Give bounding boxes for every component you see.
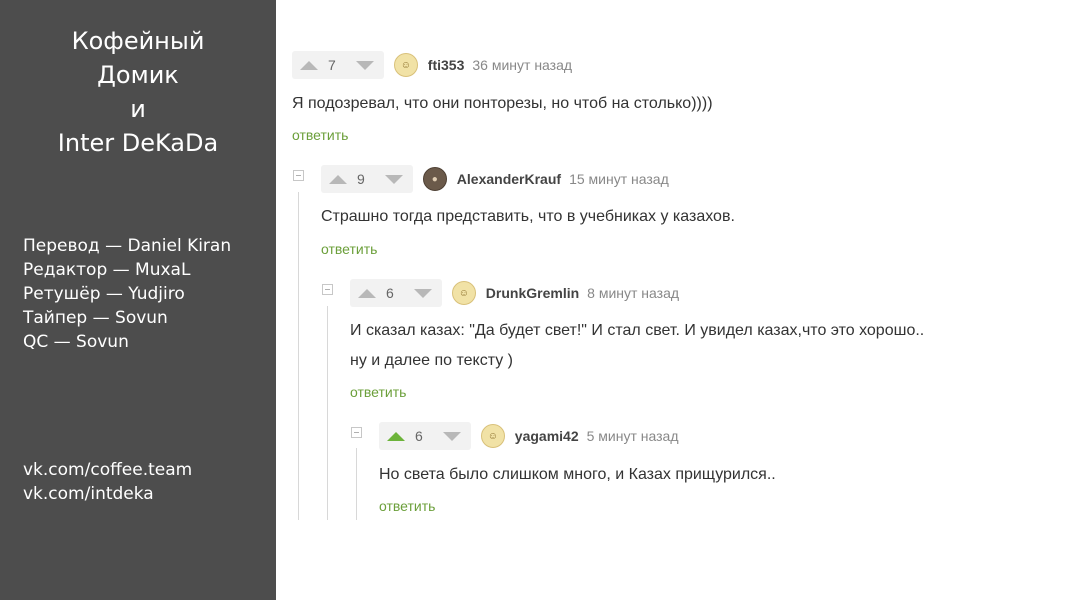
thread-line — [327, 306, 328, 520]
username[interactable]: fti353 — [428, 57, 465, 73]
reply-link[interactable]: ответить — [321, 241, 377, 257]
rating-count: 7 — [328, 57, 336, 73]
upvote-icon[interactable] — [329, 174, 347, 184]
credits-list: Перевод — Daniel Kiran Редактор — MuxaL … — [23, 234, 231, 354]
team-links: vk.com/coffee.team vk.com/intdeka — [23, 458, 192, 506]
username[interactable]: yagami42 — [515, 428, 579, 444]
rating-count: 6 — [386, 285, 394, 301]
downvote-icon[interactable] — [413, 288, 432, 298]
credits-panel: Кофейный Домик и Inter DeKaDa Перевод — … — [0, 0, 276, 600]
credit-retoucher: Ретушёр — Yudjiro — [23, 284, 185, 304]
timestamp: 5 минут назад — [586, 428, 679, 444]
team-title: Кофейный Домик и Inter DeKaDa — [0, 24, 276, 160]
reply-link[interactable]: ответить — [350, 384, 406, 400]
link-intdeka: vk.com/intdeka — [23, 484, 154, 504]
avatar[interactable]: ☺ — [451, 281, 476, 305]
upvote-icon[interactable] — [387, 431, 405, 441]
username[interactable]: AlexanderKrauf — [457, 171, 561, 187]
link-coffee-team: vk.com/coffee.team — [23, 460, 193, 480]
timestamp: 8 минут назад — [587, 285, 680, 301]
thread-line — [298, 192, 299, 520]
credit-qc: QC — Sovun — [23, 332, 129, 352]
comment-text: Но света было слишком много, и Казах при… — [379, 466, 776, 483]
avatar[interactable]: ☺ — [393, 53, 418, 77]
reply-link[interactable]: ответить — [292, 127, 348, 143]
reply-link[interactable]: ответить — [379, 498, 435, 514]
downvote-icon[interactable] — [355, 60, 374, 70]
thread-line — [356, 448, 357, 520]
downvote-icon[interactable] — [442, 431, 461, 441]
collapse-toggle[interactable] — [322, 284, 333, 295]
timestamp: 15 минут назад — [569, 171, 669, 187]
username[interactable]: DrunkGremlin — [486, 285, 579, 301]
title-line: и — [130, 95, 146, 123]
title-line: Inter DeKaDa — [57, 129, 219, 157]
avatar[interactable]: ☺ — [480, 424, 505, 448]
comment-text: И сказал казах: "Да будет свет!" И стал … — [350, 322, 925, 339]
timestamp: 36 минут назад — [472, 57, 573, 73]
comment: 7 ☺ fti353 36 минут назад Я подозревал, … — [292, 51, 1032, 151]
comment: 6 ☺ yagami42 5 минут назад Но света было… — [379, 422, 1059, 522]
vote-box: 6 — [350, 279, 442, 307]
comment-header: 7 ☺ fti353 36 минут назад — [292, 51, 572, 79]
comment-text: ну и далее по тексту ) — [350, 352, 513, 369]
title-line: Кофейный — [71, 27, 205, 55]
comments-area: 7 ☺ fti353 36 минут назад Я подозревал, … — [276, 0, 1067, 600]
avatar[interactable]: ● — [422, 167, 447, 191]
comment: 9 ● AlexanderKrauf 15 минут назад Страшн… — [321, 165, 1041, 265]
rating-count: 6 — [415, 428, 423, 444]
credit-typesetter: Тайпер — Sovun — [23, 308, 168, 328]
vote-box: 9 — [321, 165, 413, 193]
comment-text: Страшно тогда представить, что в учебник… — [321, 208, 735, 225]
rating-count: 9 — [357, 171, 365, 187]
comment: 6 ☺ DrunkGremlin 8 минут назад И сказал … — [350, 279, 1050, 409]
comment-header: 6 ☺ yagami42 5 минут назад — [379, 422, 679, 450]
comment-header: 9 ● AlexanderKrauf 15 минут назад — [321, 165, 669, 193]
vote-box: 7 — [292, 51, 384, 79]
vote-box: 6 — [379, 422, 471, 450]
downvote-icon[interactable] — [384, 174, 403, 184]
credit-translator: Перевод — Daniel Kiran — [23, 236, 232, 256]
title-line: Домик — [97, 61, 179, 89]
upvote-icon[interactable] — [300, 60, 318, 70]
collapse-toggle[interactable] — [351, 427, 362, 438]
collapse-toggle[interactable] — [293, 170, 304, 181]
credit-editor: Редактор — MuxaL — [23, 260, 191, 280]
comment-header: 6 ☺ DrunkGremlin 8 минут назад — [350, 279, 679, 307]
upvote-icon[interactable] — [358, 288, 376, 298]
comment-text: Я подозревал, что они понторезы, но чтоб… — [292, 95, 713, 112]
